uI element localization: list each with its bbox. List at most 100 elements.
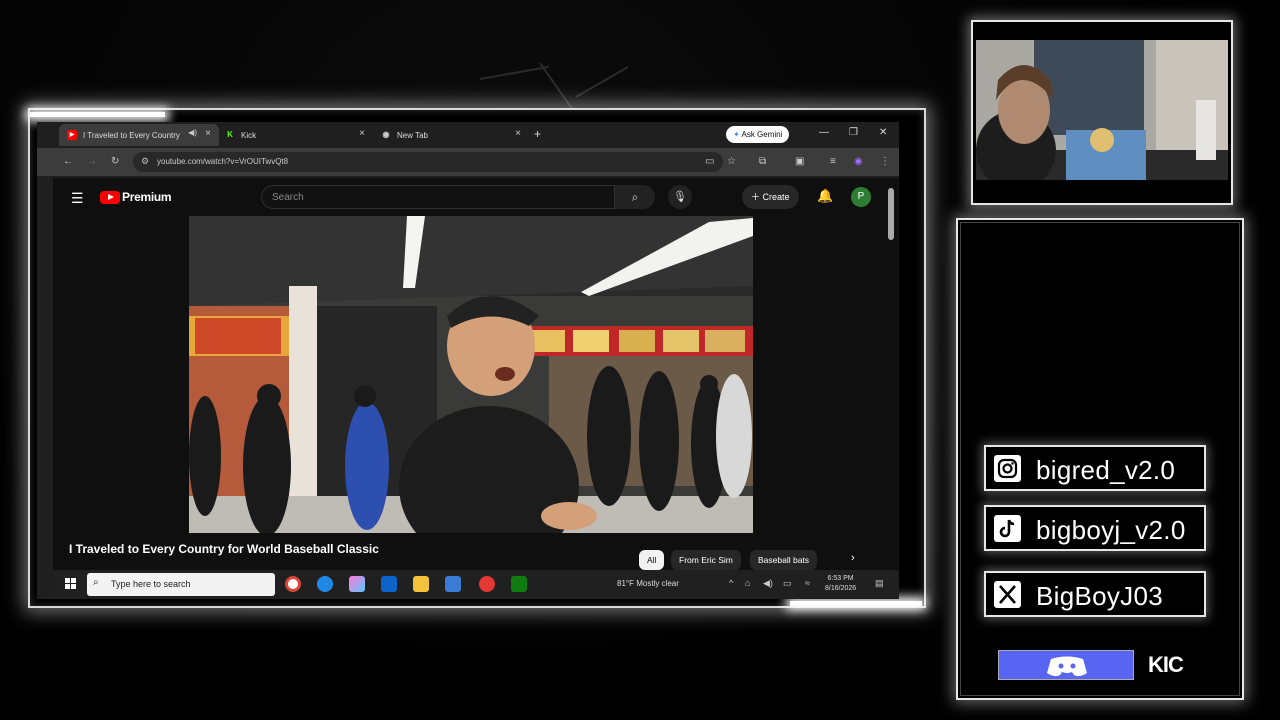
notification-center-icon[interactable]: ▤ xyxy=(875,578,884,589)
clock-date: 8/16/2026 xyxy=(825,585,857,592)
wifi-icon[interactable]: ≈ xyxy=(805,578,810,588)
volume-icon[interactable]: ◀) xyxy=(763,578,773,589)
menu-dots-icon[interactable]: ⋮ xyxy=(880,156,890,167)
copilot-app-icon[interactable] xyxy=(349,576,365,592)
chrome-icon: ◉ xyxy=(382,130,390,139)
create-label: Create xyxy=(762,192,790,202)
video-title[interactable]: I Traveled to Every Country for World Ba… xyxy=(69,542,379,556)
url-text: youtube.com/watch?v=VrOUITwvQt8 xyxy=(157,157,289,166)
ask-gemini-button[interactable]: ✦ Ask Gemini xyxy=(726,126,790,143)
tab-new-tab[interactable]: ◉ New Tab × xyxy=(373,124,529,146)
youtube-logo-text[interactable]: Premium xyxy=(122,190,172,204)
taskbar-clock[interactable]: 6:53 PM 8/16/2026 xyxy=(825,574,856,594)
outlook-app-icon[interactable] xyxy=(381,576,397,592)
stream-overlay: ▶ I Traveled to Every Country ◀) × K Kic… xyxy=(0,0,1280,720)
avatar[interactable]: P xyxy=(851,187,871,207)
youtube-logo-icon[interactable] xyxy=(100,191,120,204)
close-icon[interactable]: × xyxy=(359,128,365,139)
social-instagram: bigred_v2.0 xyxy=(984,445,1206,491)
notifications-bell-icon[interactable]: 🔔 xyxy=(817,188,833,204)
instagram-icon xyxy=(994,455,1021,482)
windows-taskbar: ⌕ Type here to search 81°F Mostly clear … xyxy=(53,570,899,599)
split-view-icon[interactable]: ▣ xyxy=(795,156,804,167)
store-app-icon[interactable] xyxy=(445,576,461,592)
video-player[interactable] xyxy=(189,216,753,533)
webcam-feed xyxy=(976,40,1228,180)
kick-logo-text: KIC xyxy=(1148,652,1184,677)
obs-app-icon[interactable] xyxy=(479,576,495,592)
xbox-app-icon[interactable] xyxy=(511,576,527,592)
chip-from-eric-sim[interactable]: From Eric Sim xyxy=(671,550,741,570)
site-info-icon[interactable]: ⚙ xyxy=(141,156,149,167)
close-window-icon[interactable]: ✕ xyxy=(879,127,887,138)
search-icon: ⌕ xyxy=(93,577,99,588)
x-handle: BigBoyJ03 xyxy=(1036,581,1163,611)
plus-icon: ＋ xyxy=(751,192,761,202)
frame-glow xyxy=(30,112,165,117)
x-logo-icon xyxy=(994,581,1021,608)
network-icon[interactable]: ⌂ xyxy=(745,578,750,588)
tab-label: New Tab xyxy=(397,130,428,140)
extensions-icon[interactable]: ⧉ xyxy=(759,156,766,167)
bookmark-star-icon[interactable]: ☆ xyxy=(727,156,736,167)
ask-gemini-label: Ask Gemini xyxy=(741,130,783,139)
back-icon[interactable]: ← xyxy=(63,156,73,167)
speaker-icon[interactable]: ◀) xyxy=(188,128,197,137)
microphone-icon[interactable]: 🎙 xyxy=(668,185,692,209)
frame-glow xyxy=(790,601,922,606)
youtube-page: ☰ Premium Search ⌕ 🎙 ＋ Create 🔔 P I Trav… xyxy=(53,178,899,570)
instagram-handle: bigred_v2.0 xyxy=(1036,455,1176,485)
webcam-scene xyxy=(976,40,1228,180)
decor-line xyxy=(539,62,576,113)
search-icon[interactable]: ⌕ xyxy=(615,185,655,209)
page-scrollbar[interactable] xyxy=(888,188,894,240)
address-bar-row: ← → ↻ ⚙ youtube.com/watch?v=VrOUITwvQt8 … xyxy=(37,148,899,176)
tab-bar: ▶ I Traveled to Every Country ◀) × K Kic… xyxy=(37,122,899,148)
discord-badge xyxy=(998,650,1134,680)
social-tiktok: bigboyj_v2.0 xyxy=(984,505,1206,551)
chrome-app-icon[interactable] xyxy=(285,576,301,592)
hamburger-menu-icon[interactable]: ☰ xyxy=(71,190,84,207)
tiktok-icon xyxy=(994,515,1021,542)
sparkle-icon: ✦ xyxy=(733,130,740,139)
url-field[interactable]: ⚙ youtube.com/watch?v=VrOUITwvQt8 xyxy=(133,152,723,172)
battery-icon[interactable]: ▭ xyxy=(783,578,792,589)
taskbar-search-placeholder: Type here to search xyxy=(111,579,191,589)
tiktok-handle: bigboyj_v2.0 xyxy=(1036,515,1186,545)
social-x: BigBoyJ03 xyxy=(984,571,1206,617)
forward-icon[interactable]: → xyxy=(87,156,97,167)
taskbar-search-input[interactable]: ⌕ Type here to search xyxy=(87,573,275,596)
discord-icon xyxy=(1047,656,1087,677)
youtube-icon: ▶ xyxy=(67,130,77,140)
kick-icon: K xyxy=(227,130,233,139)
tab-youtube[interactable]: ▶ I Traveled to Every Country ◀) × xyxy=(59,124,219,146)
video-frame-scene xyxy=(189,216,753,533)
clock-time: 6:53 PM xyxy=(827,575,854,582)
tab-label: Kick xyxy=(241,130,257,140)
search-input[interactable]: Search xyxy=(261,185,615,209)
browser-window: ▶ I Traveled to Every Country ◀) × K Kic… xyxy=(37,122,899,599)
restore-icon[interactable]: ❐ xyxy=(849,127,858,138)
decor-line xyxy=(575,66,629,98)
profile-icon[interactable]: ◉ xyxy=(854,156,863,167)
chevron-up-icon[interactable]: ^ xyxy=(729,578,733,588)
tab-label: I Traveled to Every Country xyxy=(83,130,180,140)
file-explorer-icon[interactable] xyxy=(413,576,429,592)
reload-icon[interactable]: ↻ xyxy=(111,156,119,167)
chip-baseball-bats[interactable]: Baseball bats xyxy=(750,550,818,570)
create-button[interactable]: ＋ Create xyxy=(742,185,799,209)
tab-kick[interactable]: K Kick × xyxy=(217,124,373,146)
close-icon[interactable]: × xyxy=(515,128,521,139)
chip-all[interactable]: All xyxy=(639,550,665,570)
weather-widget[interactable]: 81°F Mostly clear xyxy=(617,579,679,588)
windows-start-icon[interactable] xyxy=(65,578,77,590)
close-icon[interactable]: × xyxy=(205,128,211,139)
minimize-icon[interactable]: — xyxy=(819,127,829,138)
new-tab-button[interactable]: + xyxy=(534,127,541,141)
decor-line xyxy=(479,65,550,80)
chevron-right-icon[interactable]: › xyxy=(851,552,855,564)
media-controls-icon[interactable]: ≡ xyxy=(830,156,836,167)
youtube-header: ☰ Premium Search ⌕ 🎙 ＋ Create 🔔 P xyxy=(53,178,899,216)
edge-app-icon[interactable] xyxy=(317,576,333,592)
cast-icon[interactable]: ▭ xyxy=(705,156,714,167)
